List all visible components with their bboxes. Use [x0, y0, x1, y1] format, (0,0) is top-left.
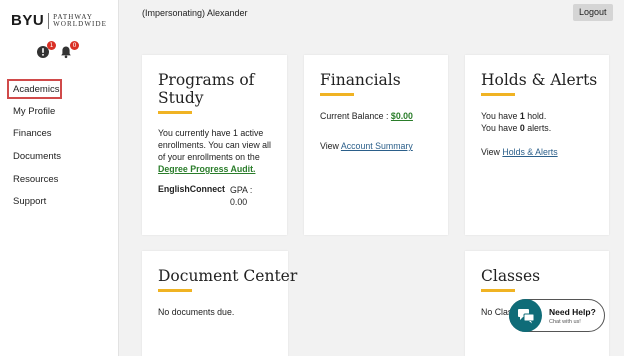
sidebar-item-my-profile[interactable]: My Profile: [7, 102, 113, 125]
logo-divider: [48, 12, 50, 29]
account-summary-row: View Account Summary: [320, 140, 448, 152]
current-balance-label: Current Balance :: [320, 111, 389, 121]
sidebar-item-finances[interactable]: Finances: [7, 124, 113, 147]
programs-description: You currently have 1 active enrollments.…: [158, 128, 271, 162]
logo-subtext: PATHWAY WORLDWIDE: [53, 13, 108, 28]
current-balance-row: Current Balance : $0.00: [320, 110, 448, 122]
holds-view-row: View Holds & Alerts: [481, 146, 609, 158]
holds-view-label: View: [481, 147, 500, 157]
holds-alerts-card: Holds & Alerts You have 1 hold. You have…: [465, 55, 609, 235]
enrollment-name: EnglishConnect: [158, 184, 225, 194]
chat-title: Need Help?: [549, 307, 596, 317]
alerts-suffix: alerts.: [527, 123, 552, 133]
financials-title: Financials: [320, 71, 401, 89]
sidebar-item-documents[interactable]: Documents: [7, 147, 113, 170]
documents-accent-bar: [158, 289, 192, 292]
document-center-card: Document Center No documents due.: [142, 251, 298, 356]
holds-accent-bar: [481, 93, 515, 96]
alerts-count-text: You have 0 alerts.: [481, 122, 609, 134]
holds-prefix: You have: [481, 111, 518, 121]
logout-button[interactable]: Logout: [573, 4, 613, 21]
notifications-badge: 0: [70, 41, 79, 50]
degree-progress-audit-link[interactable]: Degree Progress Audit.: [158, 164, 255, 174]
holds-count: 1: [519, 111, 525, 121]
enrollment-gpa: GPA : 0.00: [230, 184, 252, 208]
financials-card: Financials Current Balance : $0.00 View …: [304, 55, 448, 235]
financials-view-label: View: [320, 141, 339, 151]
byu-pathway-logo[interactable]: BYU PATHWAY WORLDWIDE: [11, 12, 107, 29]
header-icons: 1 0: [36, 41, 79, 59]
sidebar-item-support[interactable]: Support: [7, 192, 113, 215]
classes-accent-bar: [481, 289, 515, 292]
sidebar: BYU PATHWAY WORLDWIDE 1 0 Academics My P…: [0, 0, 119, 356]
logo-byu-text: BYU: [11, 12, 45, 29]
holds-title: Holds & Alerts: [481, 71, 598, 89]
sidebar-item-resources[interactable]: Resources: [7, 170, 113, 193]
enrollment-row: EnglishConnect GPA : 0.00: [158, 184, 287, 208]
gpa-value: 0.00: [230, 197, 248, 207]
programs-of-study-card: Programs of Study You currently have 1 a…: [142, 55, 287, 235]
impersonating-label: (Impersonating) Alexander: [142, 8, 248, 18]
alerts-prefix: You have: [481, 123, 518, 133]
sidebar-item-academics[interactable]: Academics: [7, 79, 62, 99]
holds-alerts-link[interactable]: Holds & Alerts: [502, 147, 557, 157]
holds-count-text: You have 1 hold.: [481, 110, 609, 122]
chat-subtitle: Chat with us!: [549, 319, 581, 325]
notifications-button[interactable]: 0: [59, 41, 79, 59]
financials-accent-bar: [320, 93, 354, 96]
programs-text: You currently have 1 active enrollments.…: [158, 127, 276, 175]
messages-button[interactable]: 1: [36, 41, 56, 59]
programs-accent-bar: [158, 111, 192, 114]
chat-bubbles-icon: [517, 308, 534, 323]
alerts-count: 0: [519, 123, 525, 133]
document-center-title: Document Center: [158, 267, 298, 285]
documents-status-text: No documents due.: [158, 307, 235, 317]
chat-icon-circle: [509, 299, 542, 332]
logo-worldwide-text: WORLDWIDE: [53, 19, 108, 28]
messages-badge: 1: [47, 41, 56, 50]
current-balance-link[interactable]: $0.00: [391, 111, 413, 121]
programs-title: Programs of Study: [158, 71, 255, 107]
classes-title: Classes: [481, 267, 541, 285]
gpa-label: GPA :: [230, 185, 253, 195]
need-help-chat-button[interactable]: Need Help? Chat with us!: [509, 299, 605, 332]
holds-suffix: hold.: [527, 111, 547, 121]
sidebar-nav: Academics My Profile Finances Documents …: [7, 79, 113, 215]
account-summary-link[interactable]: Account Summary: [341, 141, 413, 151]
